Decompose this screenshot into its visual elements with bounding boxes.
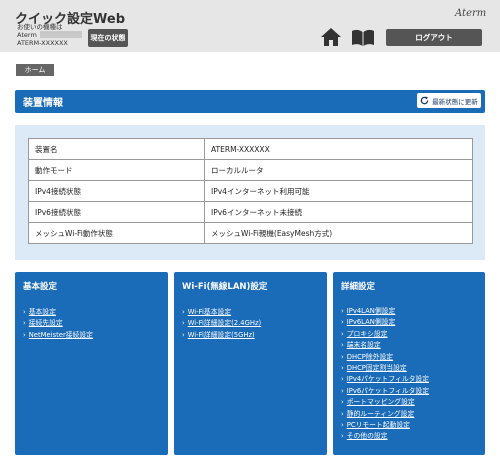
row-value: ローカルルータ (204, 159, 473, 181)
card-title: 詳細設定 (341, 282, 376, 292)
logout-button[interactable]: ログアウト (386, 29, 482, 46)
link-static-routing[interactable]: 静的ルーティング設定 (341, 409, 429, 420)
row-key: IPv4接続状態 (28, 180, 205, 202)
row-key: 動作モード (28, 159, 205, 181)
link-connection-settings[interactable]: 接続先設定 (23, 318, 93, 329)
table-row: 動作モード ローカルルータ (28, 159, 473, 181)
row-key: 装置名 (28, 138, 205, 160)
row-value: ATERM-XXXXXX (204, 138, 473, 160)
table-row: 装置名 ATERM-XXXXXX (28, 138, 473, 160)
table-row: IPv6接続状態 IPv6インターネット未接続 (28, 201, 473, 223)
device-info-title: 装置情報 (23, 98, 63, 109)
model-id: ATERM-XXXXXX (17, 39, 68, 47)
refresh-button[interactable]: 最新状態に更新 (417, 93, 481, 108)
table-row: IPv4接続状態 IPv4インターネット利用可能 (28, 180, 473, 202)
link-dhcp-exclude[interactable]: DHCP除外設定 (341, 352, 429, 363)
link-wifi-detail-5[interactable]: Wi-Fi詳細設定(5GHz) (182, 330, 261, 341)
refresh-label: 最新状態に更新 (432, 97, 478, 106)
device-info-bar: 装置情報 最新状態に更新 (15, 90, 485, 113)
link-pc-remote[interactable]: PCリモート起動設定 (341, 420, 429, 431)
row-value: IPv4インターネット利用可能 (204, 180, 473, 202)
link-other-settings[interactable]: その他の設定 (341, 431, 429, 442)
brand-logo: Aterm (455, 8, 487, 19)
link-basic-settings[interactable]: 基本設定 (23, 307, 93, 318)
home-icon[interactable] (320, 27, 342, 47)
row-key: メッシュWi-Fi動作状態 (28, 222, 205, 244)
table-row: メッシュWi-Fi動作状態 メッシュWi-Fi親機(EasyMesh方式) (28, 222, 473, 244)
link-ipv6-filter[interactable]: IPv6パケットフィルタ設定 (341, 386, 429, 397)
model-label: お使いの機種は (17, 23, 63, 31)
card-title: Wi-Fi(無線LAN)設定 (182, 282, 268, 292)
link-list: Wi-Fi基本設定 Wi-Fi詳細設定(2.4GHz) Wi-Fi詳細設定(5G… (182, 307, 261, 341)
link-list: IPv4LAN側設定 IPv6LAN側設定 プロキシ設定 端末名設定 DHCP除… (341, 306, 429, 443)
link-wifi-detail-24[interactable]: Wi-Fi詳細設定(2.4GHz) (182, 318, 261, 329)
link-wifi-basic[interactable]: Wi-Fi基本設定 (182, 307, 261, 318)
card-advanced-settings: 詳細設定 IPv4LAN側設定 IPv6LAN側設定 プロキシ設定 端末名設定 … (333, 272, 485, 455)
link-ipv4-filter[interactable]: IPv4パケットフィルタ設定 (341, 374, 429, 385)
row-value: IPv6インターネット未接続 (204, 201, 473, 223)
book-icon[interactable] (351, 29, 375, 47)
card-basic-settings: 基本設定 基本設定 接続先設定 NetMeister接続設定 (15, 272, 168, 455)
device-info-table: 装置名 ATERM-XXXXXX 動作モード ローカルルータ IPv4接続状態 … (28, 138, 473, 244)
link-list: 基本設定 接続先設定 NetMeister接続設定 (23, 307, 93, 341)
model-name: Aterm (17, 31, 37, 39)
link-proxy[interactable]: プロキシ設定 (341, 329, 429, 340)
link-ipv4-lan[interactable]: IPv4LAN側設定 (341, 306, 429, 317)
link-port-mapping[interactable]: ポートマッピング設定 (341, 397, 429, 408)
breadcrumb-home[interactable]: ホーム (16, 64, 54, 76)
device-info-panel: 装置名 ATERM-XXXXXX 動作モード ローカルルータ IPv4接続状態 … (15, 125, 485, 260)
card-title: 基本設定 (23, 282, 58, 292)
row-value: メッシュWi-Fi親機(EasyMesh方式) (204, 222, 473, 244)
link-dhcp-fixed[interactable]: DHCP固定割当設定 (341, 363, 429, 374)
header-bar: クイック設定Web お使いの機種は Aterm ATERM-XXXXXX 現在の… (0, 0, 500, 52)
model-redacted-block (40, 31, 82, 38)
link-ipv6-lan[interactable]: IPv6LAN側設定 (341, 317, 429, 328)
link-device-name[interactable]: 端末名設定 (341, 340, 429, 351)
link-netmeister-settings[interactable]: NetMeister接続設定 (23, 330, 93, 341)
card-wifi-settings: Wi-Fi(無線LAN)設定 Wi-Fi基本設定 Wi-Fi詳細設定(2.4GH… (174, 272, 327, 455)
row-key: IPv6接続状態 (28, 201, 205, 223)
refresh-icon (420, 96, 429, 105)
current-status-button[interactable]: 現在の状態 (88, 29, 128, 47)
